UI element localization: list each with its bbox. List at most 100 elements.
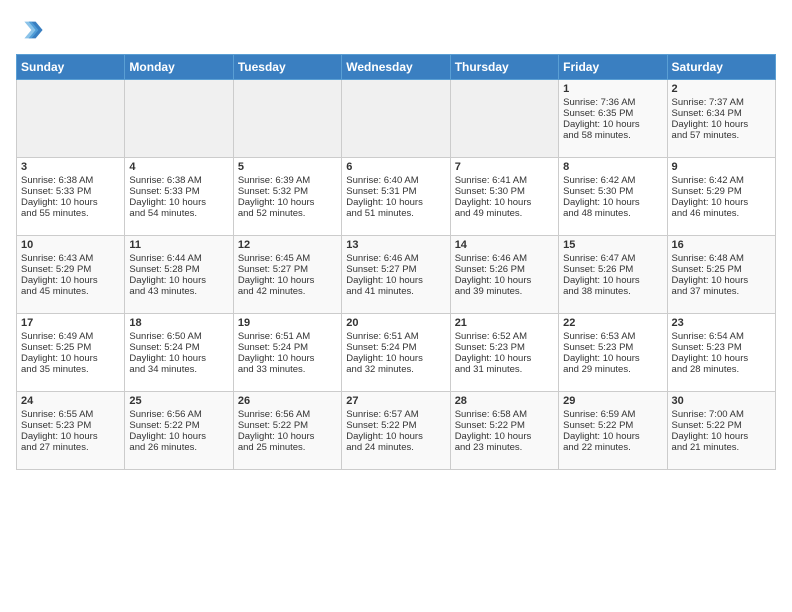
day-info: Sunrise: 6:49 AM [21, 331, 120, 342]
day-info: and 23 minutes. [455, 442, 554, 453]
day-info: and 38 minutes. [563, 286, 662, 297]
calendar-cell: 10Sunrise: 6:43 AMSunset: 5:29 PMDayligh… [17, 236, 125, 314]
day-info: and 57 minutes. [672, 130, 771, 141]
calendar-cell: 27Sunrise: 6:57 AMSunset: 5:22 PMDayligh… [342, 392, 450, 470]
day-info: Sunset: 5:22 PM [455, 420, 554, 431]
day-number: 22 [563, 317, 662, 329]
day-info: Sunset: 5:23 PM [672, 342, 771, 353]
calendar-cell [450, 80, 558, 158]
day-info: and 51 minutes. [346, 208, 445, 219]
day-number: 11 [129, 239, 228, 251]
day-number: 12 [238, 239, 337, 251]
day-info: Sunset: 5:22 PM [563, 420, 662, 431]
day-info: Sunset: 6:35 PM [563, 108, 662, 119]
day-info: Sunset: 5:29 PM [21, 264, 120, 275]
calendar-cell [233, 80, 341, 158]
week-row-1: 1Sunrise: 7:36 AMSunset: 6:35 PMDaylight… [17, 80, 776, 158]
day-info: Daylight: 10 hours [238, 431, 337, 442]
logo-icon [16, 16, 44, 44]
day-info: and 46 minutes. [672, 208, 771, 219]
day-info: Sunset: 5:25 PM [21, 342, 120, 353]
weekday-header-saturday: Saturday [667, 55, 775, 80]
day-info: Sunrise: 7:37 AM [672, 97, 771, 108]
day-number: 8 [563, 161, 662, 173]
day-info: Sunrise: 6:44 AM [129, 253, 228, 264]
day-info: Daylight: 10 hours [21, 353, 120, 364]
day-info: Daylight: 10 hours [238, 275, 337, 286]
day-info: and 49 minutes. [455, 208, 554, 219]
day-info: Daylight: 10 hours [563, 119, 662, 130]
day-info: and 37 minutes. [672, 286, 771, 297]
calendar-cell: 21Sunrise: 6:52 AMSunset: 5:23 PMDayligh… [450, 314, 558, 392]
day-info: Daylight: 10 hours [563, 275, 662, 286]
calendar-cell: 23Sunrise: 6:54 AMSunset: 5:23 PMDayligh… [667, 314, 775, 392]
day-info: Daylight: 10 hours [672, 353, 771, 364]
day-info: and 27 minutes. [21, 442, 120, 453]
day-info: Daylight: 10 hours [672, 197, 771, 208]
day-number: 28 [455, 395, 554, 407]
day-info: and 42 minutes. [238, 286, 337, 297]
weekday-header-friday: Friday [559, 55, 667, 80]
day-info: and 55 minutes. [21, 208, 120, 219]
calendar-cell: 11Sunrise: 6:44 AMSunset: 5:28 PMDayligh… [125, 236, 233, 314]
day-info: Sunset: 5:30 PM [563, 186, 662, 197]
calendar-cell: 12Sunrise: 6:45 AMSunset: 5:27 PMDayligh… [233, 236, 341, 314]
day-number: 27 [346, 395, 445, 407]
weekday-header-monday: Monday [125, 55, 233, 80]
day-info: and 22 minutes. [563, 442, 662, 453]
day-info: Sunrise: 6:42 AM [563, 175, 662, 186]
calendar-cell: 4Sunrise: 6:38 AMSunset: 5:33 PMDaylight… [125, 158, 233, 236]
day-info: Sunrise: 6:52 AM [455, 331, 554, 342]
day-info: Sunset: 5:23 PM [455, 342, 554, 353]
day-number: 25 [129, 395, 228, 407]
week-row-5: 24Sunrise: 6:55 AMSunset: 5:23 PMDayligh… [17, 392, 776, 470]
day-info: and 24 minutes. [346, 442, 445, 453]
day-info: Sunset: 5:24 PM [129, 342, 228, 353]
day-info: and 33 minutes. [238, 364, 337, 375]
weekday-header-sunday: Sunday [17, 55, 125, 80]
week-row-2: 3Sunrise: 6:38 AMSunset: 5:33 PMDaylight… [17, 158, 776, 236]
day-info: Sunset: 5:22 PM [672, 420, 771, 431]
day-info: Daylight: 10 hours [455, 431, 554, 442]
calendar-cell: 5Sunrise: 6:39 AMSunset: 5:32 PMDaylight… [233, 158, 341, 236]
weekday-header-thursday: Thursday [450, 55, 558, 80]
day-number: 30 [672, 395, 771, 407]
calendar-cell: 1Sunrise: 7:36 AMSunset: 6:35 PMDaylight… [559, 80, 667, 158]
day-info: Daylight: 10 hours [21, 431, 120, 442]
day-number: 6 [346, 161, 445, 173]
calendar-cell: 19Sunrise: 6:51 AMSunset: 5:24 PMDayligh… [233, 314, 341, 392]
day-info: Sunset: 5:22 PM [238, 420, 337, 431]
day-info: Sunset: 5:24 PM [346, 342, 445, 353]
day-info: and 54 minutes. [129, 208, 228, 219]
day-info: Daylight: 10 hours [238, 197, 337, 208]
day-number: 21 [455, 317, 554, 329]
calendar-cell: 13Sunrise: 6:46 AMSunset: 5:27 PMDayligh… [342, 236, 450, 314]
day-info: Sunrise: 6:41 AM [455, 175, 554, 186]
day-number: 3 [21, 161, 120, 173]
day-info: and 45 minutes. [21, 286, 120, 297]
day-number: 23 [672, 317, 771, 329]
day-info: Sunrise: 6:57 AM [346, 409, 445, 420]
day-number: 14 [455, 239, 554, 251]
day-info: Sunrise: 6:39 AM [238, 175, 337, 186]
calendar-cell: 18Sunrise: 6:50 AMSunset: 5:24 PMDayligh… [125, 314, 233, 392]
day-info: Sunset: 6:34 PM [672, 108, 771, 119]
day-number: 20 [346, 317, 445, 329]
calendar-cell: 9Sunrise: 6:42 AMSunset: 5:29 PMDaylight… [667, 158, 775, 236]
day-info: Sunset: 5:27 PM [238, 264, 337, 275]
week-row-3: 10Sunrise: 6:43 AMSunset: 5:29 PMDayligh… [17, 236, 776, 314]
calendar-cell: 7Sunrise: 6:41 AMSunset: 5:30 PMDaylight… [450, 158, 558, 236]
day-info: Sunrise: 6:46 AM [455, 253, 554, 264]
weekday-header-tuesday: Tuesday [233, 55, 341, 80]
day-info: Sunrise: 7:00 AM [672, 409, 771, 420]
day-info: Daylight: 10 hours [346, 431, 445, 442]
day-info: and 41 minutes. [346, 286, 445, 297]
day-info: Sunset: 5:30 PM [455, 186, 554, 197]
calendar-cell: 17Sunrise: 6:49 AMSunset: 5:25 PMDayligh… [17, 314, 125, 392]
day-info: Sunrise: 6:51 AM [346, 331, 445, 342]
calendar-cell: 8Sunrise: 6:42 AMSunset: 5:30 PMDaylight… [559, 158, 667, 236]
calendar-cell [17, 80, 125, 158]
day-number: 24 [21, 395, 120, 407]
weekday-header-wednesday: Wednesday [342, 55, 450, 80]
calendar-cell: 26Sunrise: 6:56 AMSunset: 5:22 PMDayligh… [233, 392, 341, 470]
